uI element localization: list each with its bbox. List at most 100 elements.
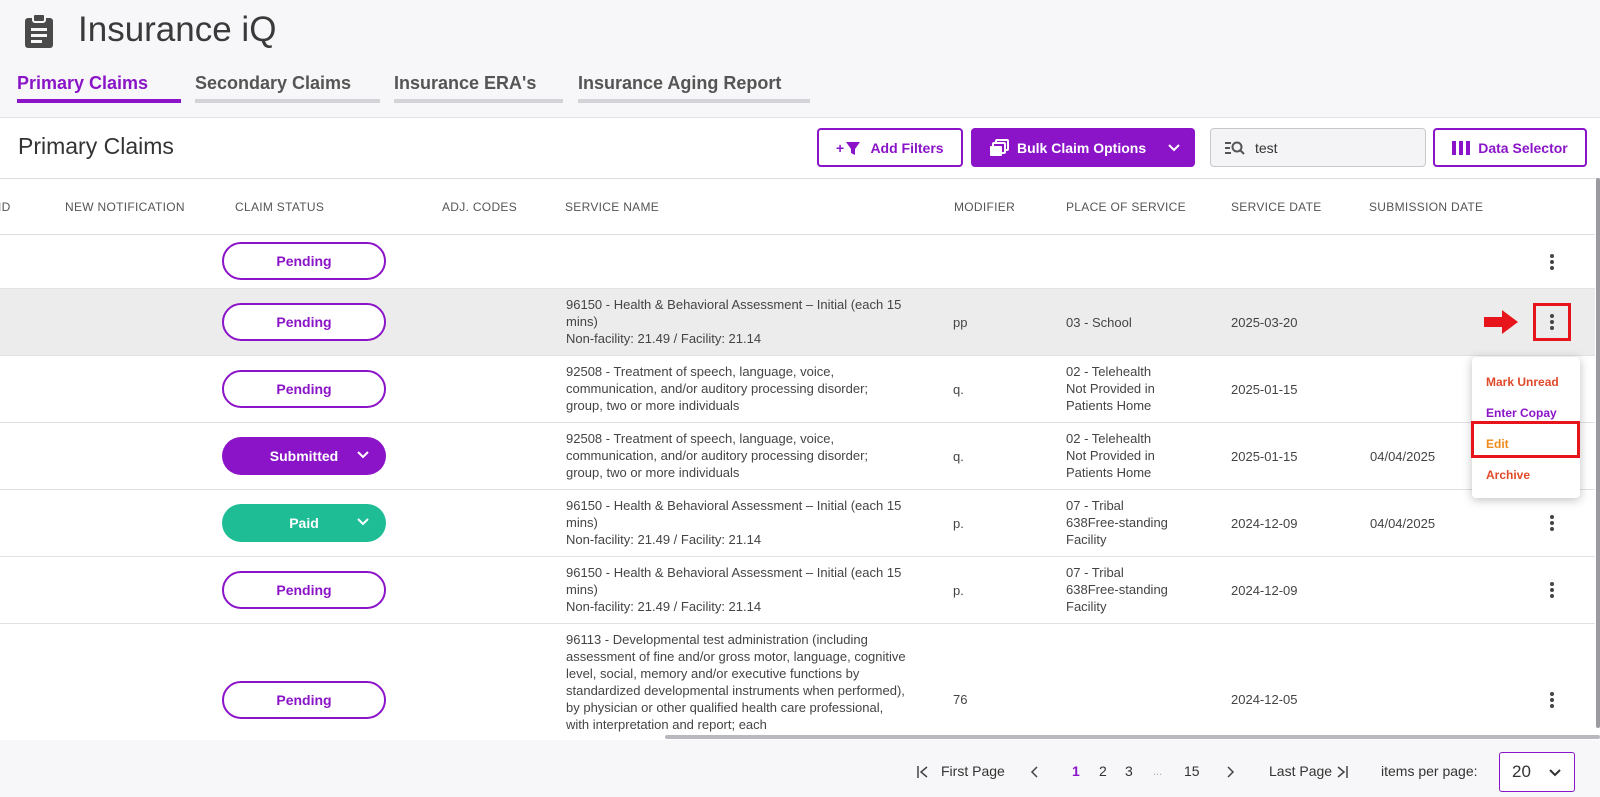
page-button-2[interactable]: 2 [1099, 763, 1107, 779]
column-header-submission-date: SUBMISSION DATE [1369, 200, 1484, 214]
place-of-service-cell: 07 - Tribal 638Free-standing Facility [1066, 564, 1176, 615]
chevron-down-icon [357, 518, 369, 526]
column-header-id: ID [0, 200, 11, 214]
column-header-adj-codes: ADJ. CODES [442, 200, 518, 214]
bulk-claim-options-button[interactable]: Bulk Claim Options [971, 128, 1195, 167]
svg-text:+: + [836, 140, 844, 156]
items-per-page-label: items per page: [1381, 763, 1478, 779]
menu-item-archive[interactable]: Archive [1486, 468, 1530, 482]
claim-status-label: Paid [289, 515, 319, 531]
data-selector-label: Data Selector [1478, 139, 1568, 156]
first-page-icon[interactable] [916, 765, 930, 779]
page-button-15[interactable]: 15 [1184, 763, 1200, 779]
last-page-icon[interactable] [1335, 765, 1349, 779]
claim-status-dropdown[interactable]: Submitted [222, 437, 386, 475]
place-of-service-line: Patients Home [1066, 398, 1152, 413]
modifier-cell: pp [953, 315, 968, 330]
column-header-claim-status: CLAIM STATUS [235, 200, 325, 214]
prev-page-icon[interactable] [1029, 765, 1039, 779]
items-per-page-value: 20 [1512, 762, 1531, 781]
table-row: Submitted 92508 - Treatment of speech, l… [0, 423, 1595, 490]
row-actions-kebab-icon[interactable] [1545, 689, 1559, 711]
claim-status-pill[interactable]: Pending [222, 681, 386, 719]
modifier-cell: 76 [953, 692, 968, 707]
place-of-service-line: 07 - Tribal [1066, 498, 1124, 513]
vertical-scrollbar[interactable] [1596, 178, 1600, 728]
claim-status-pill[interactable]: Pending [222, 571, 386, 609]
service-fee-text: Non-facility: 21.49 / Facility: 21.14 [566, 532, 762, 547]
tab-insurance-aging-report[interactable]: Insurance Aging Report [578, 73, 810, 103]
add-filters-button[interactable]: + Add Filters [817, 128, 963, 167]
table-row: Pending 92508 - Treatment of speech, lan… [0, 356, 1595, 423]
next-page-icon[interactable] [1226, 765, 1236, 779]
tab-underline [578, 99, 810, 103]
search-box [1210, 128, 1426, 167]
edit-highlight-box [1471, 421, 1580, 458]
menu-item-enter-copay[interactable]: Enter Copay [1486, 406, 1557, 420]
place-of-service-line: 02 - Telehealth [1066, 431, 1152, 446]
table-row: Pending 96150 - Health & Behavioral Asse… [0, 557, 1595, 624]
place-of-service-cell: 02 - Telehealth Not Provided in Patients… [1066, 430, 1176, 481]
tab-primary-claims[interactable]: Primary Claims [17, 73, 181, 103]
modifier-cell: q. [953, 382, 964, 397]
row-actions-kebab-icon[interactable] [1545, 512, 1559, 534]
submission-date-cell: 04/04/2025 [1370, 449, 1436, 464]
place-of-service-line: 638Free-standing [1066, 515, 1168, 530]
column-header-service-date: SERVICE DATE [1231, 200, 1322, 214]
modifier-cell: p. [953, 583, 964, 598]
modifier-cell: p. [953, 516, 964, 531]
search-input[interactable] [1255, 139, 1405, 156]
bulk-claim-options-label: Bulk Claim Options [1017, 139, 1147, 156]
claim-status-pill[interactable]: Pending [222, 370, 386, 408]
column-header-modifier: MODIFIER [954, 200, 1016, 214]
row-actions-kebab-icon[interactable] [1545, 579, 1559, 601]
first-page-button[interactable]: First Page [941, 763, 1005, 779]
stacked-copies-icon [990, 138, 1009, 156]
service-date-cell: 2025-01-15 [1231, 449, 1298, 464]
service-name-cell: 96150 - Health & Behavioral Assessment –… [566, 296, 906, 347]
tab-label: Insurance ERA's [394, 73, 537, 93]
place-of-service-line: Facility [1066, 532, 1107, 547]
claim-status-label: Submitted [269, 448, 339, 464]
page-button-1[interactable]: 1 [1072, 763, 1080, 779]
place-of-service-line: Patients Home [1066, 465, 1152, 480]
horizontal-scrollbar[interactable] [665, 735, 1600, 739]
table-row: Pending 96113 - Developmental test admin… [0, 624, 1595, 738]
service-name-cell: 92508 - Treatment of speech, language, v… [566, 431, 869, 480]
service-date-cell: 2024-12-05 [1231, 692, 1298, 707]
service-date-cell: 2025-03-20 [1231, 315, 1298, 330]
service-fee-text: Non-facility: 21.49 / Facility: 21.14 [566, 331, 762, 346]
claims-table: ID NEW NOTIFICATION CLAIM STATUS ADJ. CO… [0, 178, 1600, 738]
tab-label: Insurance Aging Report [578, 73, 782, 93]
chevron-down-icon [357, 451, 369, 459]
service-name-cell: 96150 - Health & Behavioral Assessment –… [566, 497, 906, 548]
claim-status-pill[interactable]: Pending [222, 303, 386, 341]
place-of-service-line: 638Free-standing [1066, 582, 1168, 597]
menu-item-mark-unread[interactable]: Mark Unread [1486, 375, 1559, 389]
table-row: Pending [0, 235, 1595, 289]
service-name-cell: 92508 - Treatment of speech, language, v… [566, 364, 869, 413]
claim-status-pill[interactable]: Pending [222, 242, 386, 280]
tab-label: Primary Claims [17, 73, 149, 93]
place-of-service-line: 07 - Tribal [1066, 565, 1124, 580]
place-of-service-line: Not Provided in [1066, 448, 1155, 463]
page-button-3[interactable]: 3 [1125, 763, 1133, 779]
place-of-service-cell: 03 - School [1066, 315, 1132, 330]
chevron-down-icon [1168, 144, 1180, 152]
claim-status-dropdown[interactable]: Paid [222, 504, 386, 542]
tab-underline [195, 99, 380, 103]
row-actions-kebab-icon[interactable] [1545, 311, 1559, 333]
place-of-service-cell: 02 - Telehealth Not Provided in Patients… [1066, 363, 1176, 414]
column-header-place-of-service: PLACE OF SERVICE [1066, 200, 1186, 214]
tab-secondary-claims[interactable]: Secondary Claims [195, 73, 380, 103]
add-filter-icon: + [836, 140, 861, 156]
last-page-button[interactable]: Last Page [1269, 763, 1332, 779]
items-per-page-select[interactable]: 20 [1499, 752, 1575, 792]
data-selector-button[interactable]: Data Selector [1433, 128, 1587, 167]
row-actions-kebab-icon[interactable] [1545, 251, 1559, 273]
service-fee-text: Non-facility: 21.49 / Facility: 21.14 [566, 599, 762, 614]
tab-insurance-eras[interactable]: Insurance ERA's [394, 73, 563, 103]
columns-icon [1452, 140, 1471, 155]
place-of-service-line: Facility [1066, 599, 1107, 614]
tab-label: Secondary Claims [195, 73, 352, 93]
